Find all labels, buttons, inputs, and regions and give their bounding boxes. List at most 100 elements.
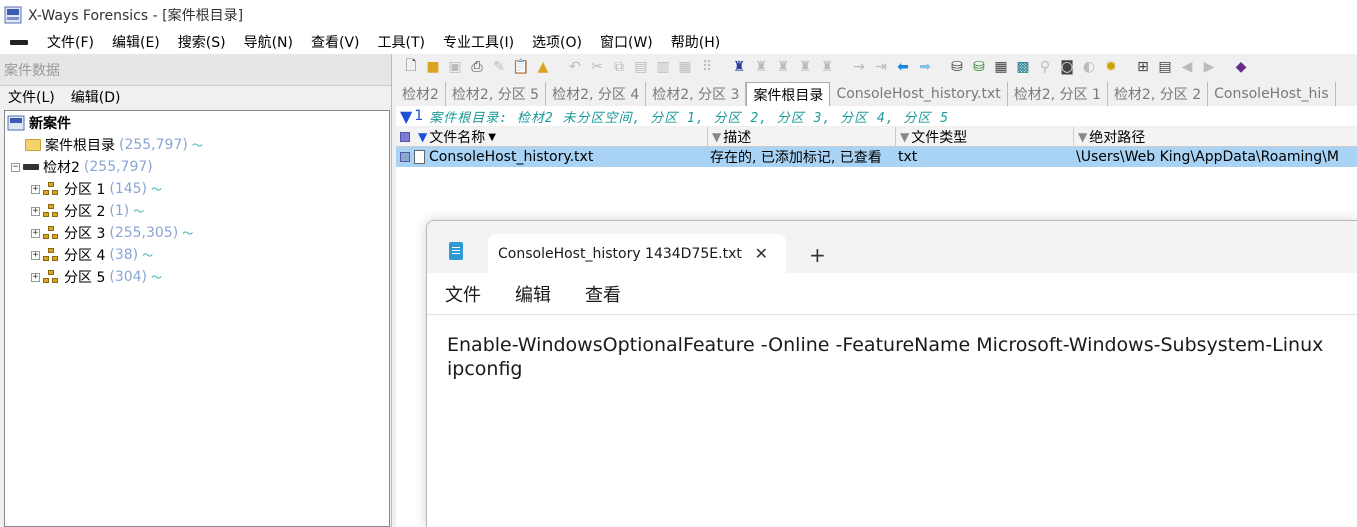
filter-icon[interactable]: ▼: [900, 130, 909, 144]
select-all-checkbox[interactable]: [400, 132, 410, 142]
menu-search[interactable]: 搜索(S): [169, 32, 235, 52]
menu-edit[interactable]: 编辑(E): [103, 32, 169, 52]
filter-icon[interactable]: ▼: [712, 130, 721, 144]
partition-icon: [43, 204, 59, 218]
menu-navigate[interactable]: 导航(N): [235, 32, 302, 52]
replace-text-icon[interactable]: ♜: [774, 58, 792, 76]
folder-icon: [25, 139, 41, 151]
table-row[interactable]: ConsoleHost_history.txt 存在的, 已添加标记, 已查看 …: [396, 147, 1357, 167]
filter-icon[interactable]: ▼: [1078, 130, 1087, 144]
case-menu-edit[interactable]: 编辑(D): [63, 87, 129, 107]
settings-icon[interactable]: ✹: [1102, 58, 1120, 76]
copy-icon[interactable]: ⧉: [610, 58, 628, 76]
tab-partition-1[interactable]: 检材2, 分区 1: [1008, 82, 1108, 106]
tree-node-evidence[interactable]: − 检材2 (255,797): [11, 156, 153, 178]
go-to-offset-icon[interactable]: →: [850, 58, 868, 76]
tab-partition-4[interactable]: 检材2, 分区 4: [546, 82, 647, 106]
tab-consolehost-history-2[interactable]: ConsoleHost_his: [1208, 82, 1336, 106]
expand-icon[interactable]: +: [31, 228, 40, 238]
zoom-icon[interactable]: ⚲: [1036, 58, 1054, 76]
file-count: (255,797): [83, 159, 153, 175]
paste-icon[interactable]: ▤: [632, 58, 650, 76]
camera-icon[interactable]: ◙: [1058, 58, 1076, 76]
directory-tabs: 检材2 检材2, 分区 5 检材2, 分区 4 检材2, 分区 3 案件根目录 …: [396, 82, 1357, 106]
menu-tools[interactable]: 工具(T): [369, 32, 434, 52]
binary-icon[interactable]: ⠿: [698, 58, 716, 76]
notepad-tab[interactable]: ConsoleHost_history 1434D75E.txt ✕: [488, 234, 786, 273]
tree-node-case-root[interactable]: 案件根目录 (255,797) 〜: [25, 134, 203, 156]
column-label: 绝对路径: [1089, 130, 1146, 146]
tab-partition-5[interactable]: 检材2, 分区 5: [446, 82, 547, 106]
forward-icon[interactable]: ➡: [916, 58, 934, 76]
analyze-icon[interactable]: ◐: [1080, 58, 1098, 76]
system-menu-icon[interactable]: [10, 39, 28, 45]
column-filename[interactable]: ▼ 文件名称 ▼: [396, 127, 708, 147]
expand-icon[interactable]: +: [31, 184, 40, 194]
tree-node-new-case[interactable]: 新案件: [7, 112, 71, 134]
find-text-icon[interactable]: ♜: [730, 58, 748, 76]
open-folder-icon[interactable]: ■: [424, 58, 442, 76]
tree-node-partition-2[interactable]: + 分区 2 (1) 〜: [31, 200, 144, 222]
filter-icon[interactable]: ▼: [400, 107, 412, 126]
ram-icon[interactable]: ▦: [992, 58, 1010, 76]
volume-snapshot-icon[interactable]: ⊞: [1134, 58, 1152, 76]
previous-icon[interactable]: ◀: [1178, 58, 1196, 76]
column-absolute-path[interactable]: ▼ 绝对路径: [1074, 127, 1357, 147]
tab-partition-2[interactable]: 检材2, 分区 2: [1108, 82, 1209, 106]
expand-icon[interactable]: +: [31, 206, 40, 216]
tree-node-partition-1[interactable]: + 分区 1 (145) 〜: [31, 178, 162, 200]
expand-icon[interactable]: +: [31, 250, 40, 260]
expand-icon[interactable]: +: [31, 272, 40, 282]
cut-icon[interactable]: ✂: [588, 58, 606, 76]
case-book-icon[interactable]: ◆: [1232, 58, 1250, 76]
go-to-sector-icon[interactable]: ⇥: [872, 58, 890, 76]
window-title: X-Ways Forensics - [案件根目录]: [28, 8, 244, 24]
column-description[interactable]: ▼ 描述: [708, 127, 896, 147]
menu-specialist-tools[interactable]: 专业工具(I): [434, 32, 523, 52]
replace-hex-icon[interactable]: ♜: [796, 58, 814, 76]
new-tab-icon[interactable]: +: [809, 243, 826, 267]
filter-icon[interactable]: ▼: [418, 130, 427, 144]
notepad-menu-bar: 文件 编辑 查看: [427, 273, 1357, 315]
fill-block-icon[interactable]: ▦: [676, 58, 694, 76]
next-icon[interactable]: ▶: [1200, 58, 1218, 76]
menu-options[interactable]: 选项(O): [523, 32, 591, 52]
tree-node-partition-4[interactable]: + 分区 4 (38) 〜: [31, 244, 153, 266]
case-menu-file[interactable]: 文件(L): [0, 87, 63, 107]
case-tree[interactable]: 新案件 案件根目录 (255,797) 〜 − 检材2 (255,797) + …: [4, 110, 390, 527]
tree-node-partition-5[interactable]: + 分区 5 (304) 〜: [31, 266, 162, 288]
menu-help[interactable]: 帮助(H): [662, 32, 729, 52]
row-checkbox[interactable]: [400, 152, 410, 162]
paste-special-icon[interactable]: ▥: [654, 58, 672, 76]
clipboard-icon[interactable]: 📋: [512, 58, 530, 76]
disk-tools-icon[interactable]: ⛁: [948, 58, 966, 76]
undo-icon[interactable]: ↶: [566, 58, 584, 76]
column-label: 文件名称: [429, 130, 486, 146]
collapse-icon[interactable]: −: [11, 162, 20, 172]
notepad-menu-edit[interactable]: 编辑: [515, 281, 551, 307]
export-icon[interactable]: ▲: [534, 58, 552, 76]
menu-window[interactable]: 窗口(W): [591, 32, 662, 52]
find-next-icon[interactable]: ♜: [818, 58, 836, 76]
tree-node-partition-3[interactable]: + 分区 3 (255,305) 〜: [31, 222, 193, 244]
print-icon[interactable]: ⎙: [468, 58, 486, 76]
report-table-icon[interactable]: ▤: [1156, 58, 1174, 76]
notepad-menu-view[interactable]: 查看: [585, 281, 621, 307]
notepad-menu-file[interactable]: 文件: [445, 281, 481, 307]
close-icon[interactable]: ✕: [755, 244, 768, 263]
disk-open-icon[interactable]: ⛁: [970, 58, 988, 76]
menu-file[interactable]: 文件(F): [38, 32, 103, 52]
new-file-icon[interactable]: 🗋: [402, 58, 420, 76]
tab-consolehost-history[interactable]: ConsoleHost_history.txt: [830, 82, 1008, 106]
tab-partition-3[interactable]: 检材2, 分区 3: [646, 82, 747, 106]
calculator-icon[interactable]: ▩: [1014, 58, 1032, 76]
properties-icon[interactable]: ✎: [490, 58, 508, 76]
tab-evidence-2[interactable]: 检材2: [396, 82, 446, 106]
column-file-type[interactable]: ▼ 文件类型: [896, 127, 1074, 147]
notepad-text-area[interactable]: Enable-WindowsOptionalFeature -Online -F…: [447, 333, 1347, 381]
find-hex-icon[interactable]: ♜: [752, 58, 770, 76]
back-icon[interactable]: ⬅: [894, 58, 912, 76]
save-icon[interactable]: ▣: [446, 58, 464, 76]
menu-view[interactable]: 查看(V): [302, 32, 369, 52]
tab-case-root[interactable]: 案件根目录: [746, 82, 831, 106]
